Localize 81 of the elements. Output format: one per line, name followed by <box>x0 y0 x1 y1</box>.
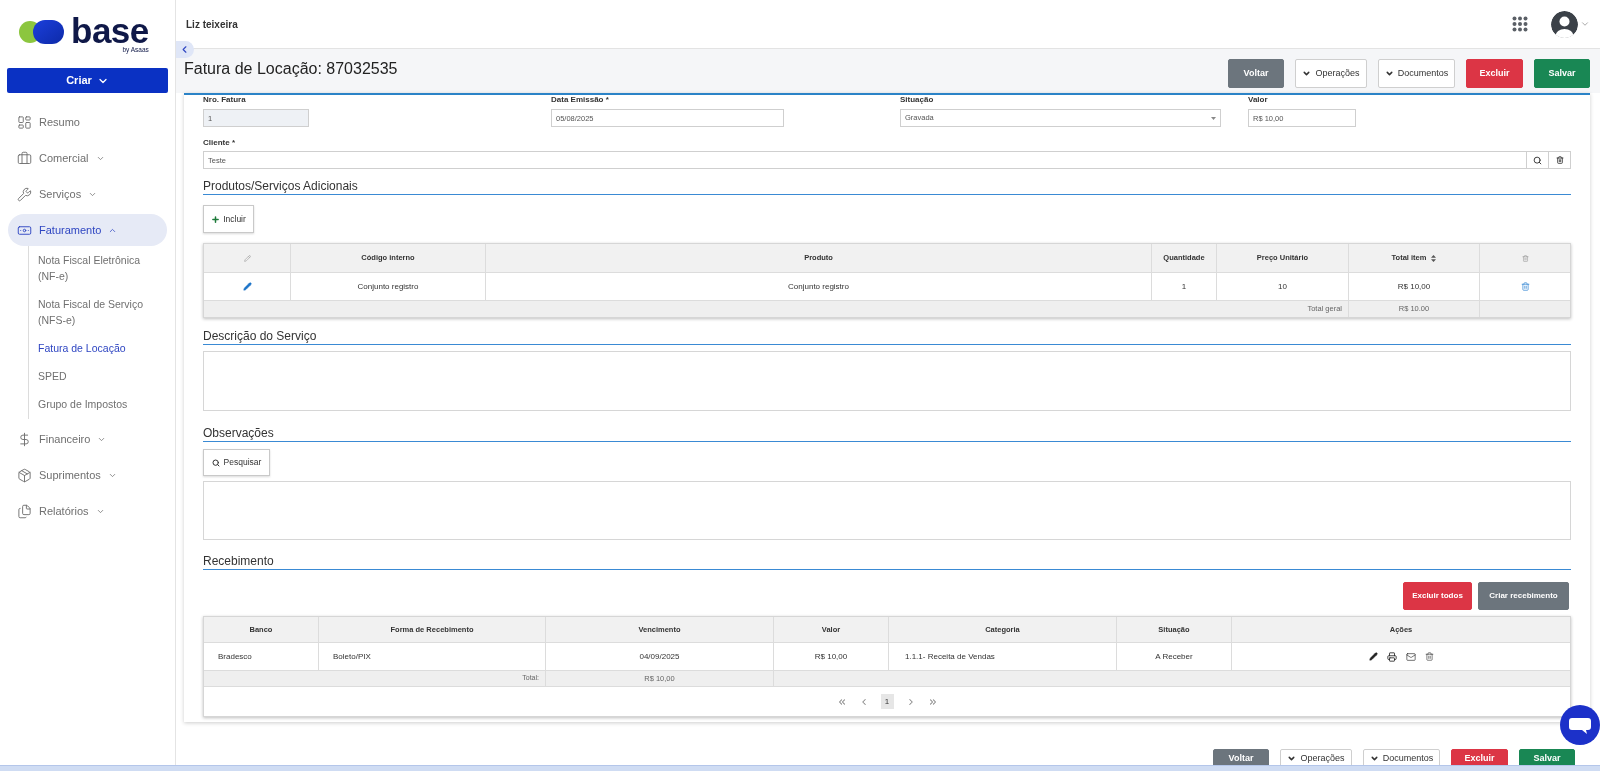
dropdown-button[interactable]: Documentos <box>1378 59 1455 88</box>
chat-bubble-icon[interactable] <box>1560 705 1600 745</box>
create-button[interactable]: Criar <box>7 68 168 93</box>
delete-button[interactable]: Excluir <box>1451 749 1508 765</box>
back-button[interactable]: Voltar <box>1213 749 1269 765</box>
section-heading: Observações <box>203 425 274 441</box>
sidebar-item[interactable]: Comercial <box>8 142 167 174</box>
table-cell: 10 <box>1216 273 1348 301</box>
chevron-down-icon <box>1384 69 1394 78</box>
sort-icon[interactable] <box>1431 254 1437 262</box>
sidebar-item[interactable]: Resumo <box>8 106 167 138</box>
documents-icon <box>17 503 32 519</box>
add-button[interactable]: Incluir <box>203 205 254 233</box>
table-cell: Boleto/PIX <box>318 643 545 671</box>
table-cell: A Receber <box>1116 643 1231 671</box>
table-cell: 1.1.1- Receita de Vendas <box>888 643 1116 671</box>
sidebar-item[interactable]: Serviços <box>8 178 167 210</box>
pencil-icon <box>243 254 251 262</box>
field-label: Valor <box>1248 95 1268 105</box>
edit-icon[interactable] <box>1368 652 1378 661</box>
search-icon <box>211 458 220 467</box>
section-heading: Recebimento <box>203 553 274 569</box>
box-icon <box>17 467 32 483</box>
caret-icon <box>1211 116 1216 120</box>
submenu-item[interactable]: Nota Fiscal Eletrônica (NF-e) <box>38 252 152 284</box>
trash-icon <box>1521 254 1529 262</box>
field-label: Nro. Fatura <box>203 95 246 105</box>
collapse-tab[interactable] <box>176 41 194 58</box>
dashboard-icon <box>17 114 32 130</box>
search-button[interactable]: Pesquisar <box>203 449 270 476</box>
dropdown-button[interactable]: Operações <box>1295 59 1367 88</box>
sidebar-item[interactable]: Financeiro <box>8 423 167 455</box>
table-cell: Conjunto registro <box>485 273 1151 301</box>
submenu-item[interactable]: Grupo de Impostos <box>38 396 152 412</box>
chevron-down-icon <box>1287 754 1297 763</box>
table-cell: R$ 10,00 <box>773 643 888 671</box>
briefcase-icon <box>17 150 32 166</box>
plus-icon <box>211 214 221 224</box>
dropdown-button[interactable]: Documentos <box>1363 749 1440 765</box>
submenu-item[interactable]: SPED <box>38 368 152 384</box>
logo-icon <box>18 17 64 45</box>
page-button[interactable]: 1 <box>880 694 894 709</box>
user-name: Liz teixeira <box>186 17 238 32</box>
sidebar-item[interactable]: Faturamento <box>8 214 167 246</box>
printer-icon[interactable] <box>1386 651 1397 662</box>
create-button[interactable]: Criar recebimento <box>1478 582 1569 610</box>
field-label: Data Emissão * <box>551 95 609 105</box>
chevron-down-icon <box>1302 69 1312 78</box>
search-icon <box>1533 155 1542 165</box>
logo-wordmark: base <box>71 16 149 46</box>
avatar-icon[interactable] <box>1551 10 1578 38</box>
field-label: Situação <box>900 95 934 105</box>
field-label: Cliente * <box>203 138 236 148</box>
wrench-icon <box>17 186 32 202</box>
sidebar-item[interactable]: Suprimentos <box>8 459 167 491</box>
mail-icon[interactable] <box>1405 651 1416 662</box>
table-cell: 1 <box>1151 273 1216 301</box>
save-button[interactable]: Salvar <box>1534 59 1590 88</box>
section-heading: Produtos/Serviços Adicionais <box>203 178 358 194</box>
delete-all-button[interactable]: Excluir todos <box>1403 582 1472 610</box>
sidebar-item[interactable]: Relatórios <box>8 495 167 527</box>
dollar-icon <box>17 431 32 447</box>
submenu-item[interactable]: Fatura de Locação <box>38 340 152 356</box>
trash-icon[interactable] <box>1520 282 1530 291</box>
search-button[interactable] <box>1527 151 1549 169</box>
section-heading: Descrição do Serviço <box>203 328 317 344</box>
table-cell: Conjunto registro <box>290 273 485 301</box>
submenu-item[interactable]: Nota Fiscal de Serviço (NFS-e) <box>38 296 152 328</box>
table-cell: Bradesco <box>204 643 318 671</box>
save-button[interactable]: Salvar <box>1519 749 1575 765</box>
page-title: Fatura de Locação: 87032535 <box>184 59 398 79</box>
chevron-down-icon <box>1369 754 1379 763</box>
delete-button[interactable] <box>1549 151 1571 169</box>
back-button[interactable]: Voltar <box>1228 59 1284 88</box>
table-cell: R$ 10,00 <box>1348 273 1479 301</box>
delete-button[interactable]: Excluir <box>1466 59 1523 88</box>
table-cell: 04/09/2025 <box>545 643 773 671</box>
apps-grid-icon[interactable] <box>1512 16 1528 32</box>
dropdown-button[interactable]: Operações <box>1280 749 1352 765</box>
trash-icon[interactable] <box>1424 652 1434 661</box>
trash-icon <box>1555 156 1564 164</box>
